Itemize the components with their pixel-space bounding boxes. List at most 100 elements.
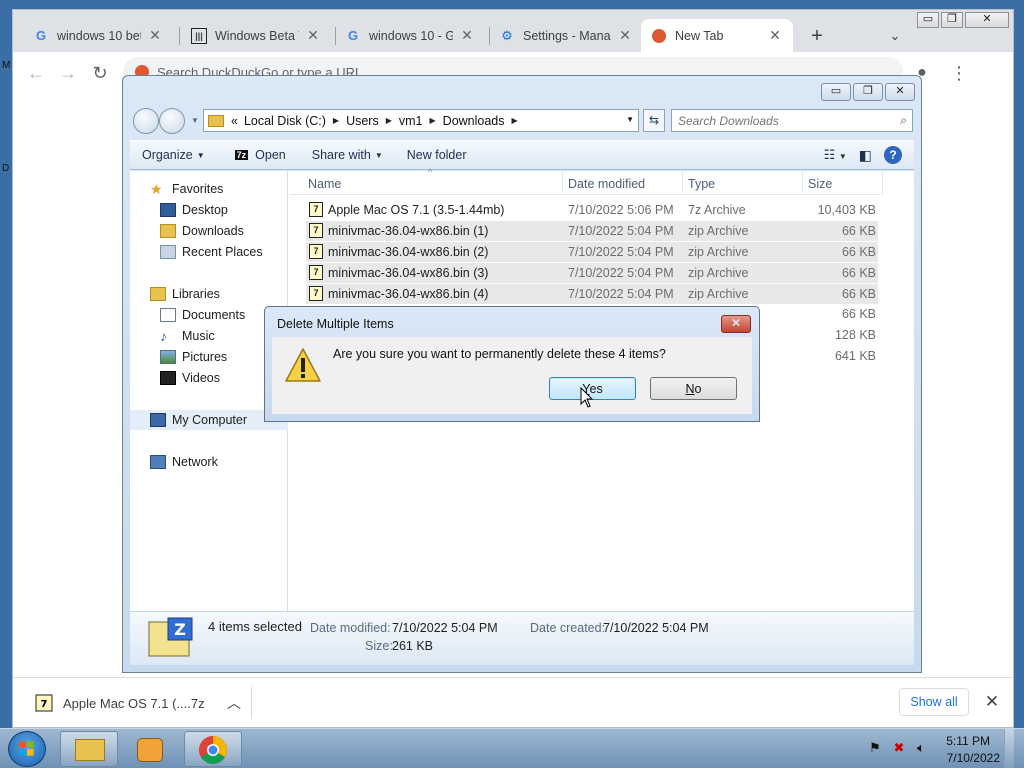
back-button[interactable] (133, 108, 159, 134)
kebab-menu-icon[interactable]: ⋮ (948, 62, 970, 84)
action-center-flag-icon[interactable]: ⚑ (868, 741, 882, 755)
dialog-close-button[interactable]: ✕ (721, 315, 751, 333)
column-type[interactable]: Type (688, 177, 715, 191)
close-icon[interactable]: ✕ (147, 27, 163, 44)
start-button[interactable] (8, 731, 46, 767)
chevron-up-icon[interactable]: ︿ (227, 693, 241, 713)
minimize-button[interactable]: ▭ (917, 12, 939, 28)
breadcrumb-arrow-icon[interactable]: ▶ (426, 116, 440, 125)
tab-windows-beta[interactable]: ||| Windows Beta W ✕ (181, 19, 331, 52)
maximize-button[interactable]: ❐ (853, 83, 883, 101)
minimize-button[interactable]: ▭ (821, 83, 851, 101)
close-button[interactable]: ✕ (885, 83, 915, 101)
column-name[interactable]: Name (308, 177, 341, 191)
close-window-button[interactable]: ✕ (965, 12, 1009, 28)
explorer-address-bar[interactable]: « Local Disk (C:) ▶ Users ▶ vm1 ▶ Downlo… (203, 109, 639, 132)
search-input[interactable] (672, 110, 882, 131)
file-type-cell: zip Archive (688, 224, 749, 238)
close-icon[interactable]: ✕ (983, 692, 1001, 712)
clock-time[interactable]: 5:11 PM (946, 734, 990, 748)
open-button[interactable]: 7z Open (215, 148, 296, 162)
organize-button[interactable]: Organize ▼ (130, 148, 215, 162)
breadcrumb-vm1[interactable]: vm1 (396, 114, 426, 128)
column-divider[interactable] (802, 171, 803, 195)
nav-pictures[interactable]: Pictures (160, 347, 227, 367)
date-modified-label: Date modified: (310, 621, 391, 635)
breadcrumb-overflow[interactable]: « (228, 114, 241, 128)
nav-favorites[interactable]: ★ Favorites (150, 179, 223, 199)
close-icon[interactable]: ✕ (767, 27, 783, 44)
nav-network[interactable]: Network (150, 452, 218, 472)
nav-music[interactable]: ♪ Music (160, 326, 215, 346)
breadcrumb-downloads[interactable]: Downloads (440, 114, 508, 128)
close-icon[interactable]: ✕ (617, 27, 633, 44)
search-icon[interactable]: ⌕ (900, 113, 907, 128)
column-divider[interactable] (682, 171, 683, 195)
column-divider[interactable] (882, 171, 883, 195)
date-created-label: Date created: (530, 621, 606, 635)
view-options-icon[interactable]: ☷ ▼ (824, 147, 847, 163)
taskbar-explorer[interactable] (60, 731, 118, 767)
breadcrumb-arrow-icon[interactable]: ▶ (382, 116, 396, 125)
breadcrumb-arrow-icon[interactable]: ▶ (508, 116, 522, 125)
tab-title: Settings - Manag (523, 28, 611, 43)
new-tab-button[interactable]: + (807, 26, 827, 46)
file-row[interactable]: 7 minivmac-36.04-wx86.bin (1) 7/10/2022 5:… (306, 221, 878, 241)
refresh-button[interactable]: ⇆ (643, 109, 665, 132)
download-filename: Apple Mac OS 7.1 (....7z (63, 695, 205, 711)
recent-places-icon (160, 245, 176, 259)
nav-downloads[interactable]: Downloads (160, 221, 244, 241)
breadcrumb-local-disk[interactable]: Local Disk (C:) (241, 114, 329, 128)
forward-arrow-icon[interactable]: → (57, 62, 79, 84)
forward-button[interactable] (159, 108, 185, 134)
volume-icon[interactable]: 🔈︎ (914, 741, 928, 755)
download-item[interactable]: 7 Apple Mac OS 7.1 (....7z ︿ (25, 686, 249, 720)
tab-new-tab[interactable]: New Tab ✕ (641, 19, 793, 52)
sort-arrow-icon: ^ (428, 167, 433, 177)
nav-libraries[interactable]: Libraries (150, 284, 220, 304)
preview-pane-icon[interactable]: ◧ (859, 147, 872, 164)
breadcrumb-users[interactable]: Users (343, 114, 382, 128)
tab-search-chevron-icon[interactable]: ⌄ (885, 26, 905, 46)
show-all-button[interactable]: Show all (899, 688, 969, 716)
tab-settings[interactable]: ⚙ Settings - Manag ✕ (489, 19, 643, 52)
file-date-cell: 7/10/2022 5:06 PM (568, 203, 674, 217)
close-icon[interactable]: ✕ (459, 27, 475, 44)
network-icon[interactable]: ✖ (892, 741, 906, 755)
close-icon[interactable]: ✕ (305, 27, 321, 44)
clock-date[interactable]: 7/10/2022 (947, 751, 1000, 765)
desktop-icon (160, 203, 176, 217)
recent-pages-chevron-icon[interactable]: ▼ (191, 116, 199, 125)
breadcrumb-arrow-icon[interactable]: ▶ (329, 116, 343, 125)
computer-icon (150, 413, 166, 427)
nav-recent-places[interactable]: Recent Places (160, 242, 263, 262)
file-row[interactable]: 7 minivmac-36.04-wx86.bin (2) 7/10/2022 5:… (306, 242, 878, 262)
help-icon[interactable]: ? (884, 146, 902, 164)
column-divider[interactable] (562, 171, 563, 195)
show-desktop-button[interactable] (1004, 729, 1014, 768)
search-downloads-box[interactable]: ⌕ (671, 109, 913, 132)
new-folder-button[interactable]: New folder (393, 148, 477, 162)
column-date-modified[interactable]: Date modified (568, 177, 645, 191)
address-dropdown-icon[interactable]: ▼ (626, 115, 634, 124)
taskbar-media-player[interactable] (122, 731, 180, 767)
reload-icon[interactable]: ↻ (89, 62, 111, 84)
share-with-button[interactable]: Share with ▼ (296, 148, 393, 162)
tab-windows-10-beta[interactable]: G windows 10 beta ✕ (23, 19, 173, 52)
file-row[interactable]: 7 minivmac-36.04-wx86.bin (3) 7/10/2022 5:… (306, 263, 878, 283)
nav-videos[interactable]: Videos (160, 368, 220, 388)
taskbar-chrome[interactable] (184, 731, 242, 767)
date-created-value: 7/10/2022 5:04 PM (603, 621, 709, 635)
back-arrow-icon[interactable]: ← (25, 62, 47, 84)
nav-label: Pictures (182, 350, 228, 364)
system-tray: ⚑ ✖ 🔈︎ 5:11 PM 7/10/2022 (864, 729, 1014, 768)
file-row[interactable]: 7 minivmac-36.04-wx86.bin (4) 7/10/2022 5:… (306, 284, 878, 304)
tab-title: Windows Beta W (215, 28, 299, 43)
nav-desktop[interactable]: Desktop (160, 200, 228, 220)
column-size[interactable]: Size (808, 177, 832, 191)
maximize-button[interactable]: ❐ (941, 12, 963, 28)
no-button[interactable]: No (650, 377, 737, 400)
file-row[interactable]: 7 Apple Mac OS 7.1 (3.5-1.44mb) 7/10/2022 … (306, 200, 878, 220)
nav-documents[interactable]: Documents (160, 305, 245, 325)
tab-windows-10-google[interactable]: G windows 10 - Go ✕ (335, 19, 485, 52)
